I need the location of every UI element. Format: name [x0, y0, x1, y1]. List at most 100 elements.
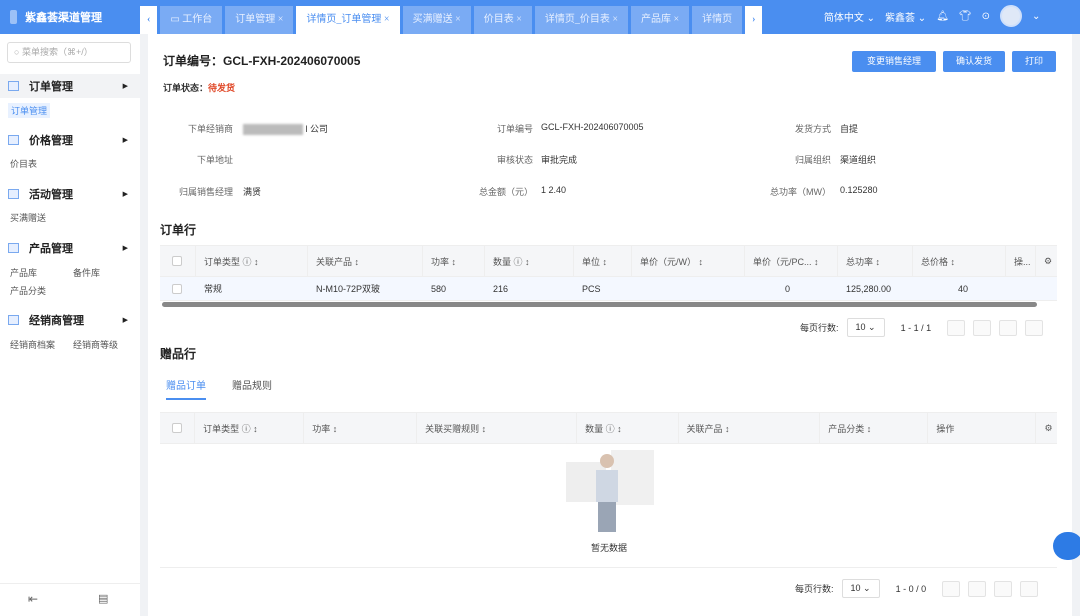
user-menu[interactable]: ⌄ [1032, 11, 1072, 22]
sidebar-group-order[interactable]: 订单管理 ▶ [0, 74, 140, 98]
column-header[interactable]: 功率 ↕ [423, 246, 485, 276]
select-all-checkbox[interactable] [172, 423, 182, 433]
field-label: 总金额（元） [478, 187, 533, 197]
horizontal-scrollbar[interactable] [162, 302, 1037, 307]
column-header[interactable]: 单位 ↕ [574, 246, 632, 276]
language-select[interactable]: 简体中文 ⌄ [824, 9, 875, 24]
tab-price-list[interactable]: 价目表 × [473, 6, 532, 34]
field-label: 总功率（MW） [770, 187, 831, 197]
empty-text: 暂无数据 [591, 543, 628, 553]
last-page-button[interactable] [1025, 319, 1044, 336]
column-header[interactable]: 数量 ⓘ ↕ [577, 413, 679, 443]
monitor-icon: ▭ [170, 14, 183, 25]
logo-icon [10, 10, 17, 24]
column-header[interactable]: 操作 [928, 413, 1037, 443]
avatar[interactable] [1000, 5, 1022, 27]
gift-pagination: 每页行数: 10 ⌄ 1 - 0 / 0 [795, 579, 1039, 598]
sidebar-item-dealer-archive[interactable]: 经销商档案 [10, 338, 55, 351]
column-header[interactable]: 订单类型 ⓘ ↕ [196, 246, 308, 276]
field-label: 审核状态 [496, 155, 533, 165]
document-icon[interactable]: ▤ [98, 592, 108, 605]
confirm-shipment-button[interactable]: 确认发货 [943, 51, 1005, 72]
tab-scroll-right-button[interactable]: › [745, 6, 763, 34]
first-page-button[interactable] [947, 319, 966, 336]
play-icon[interactable]: ⊙ [982, 11, 990, 22]
sidebar-item-order-management[interactable]: 订单管理 [8, 103, 51, 118]
column-header[interactable]: 关联买赠规则 ↕ [417, 413, 578, 443]
field-value-audit: 审批完成 [541, 155, 578, 165]
change-sales-manager-button[interactable]: 变更销售经理 [852, 51, 936, 72]
menu-search-input[interactable]: ○ 菜单搜索（⌘+/） [7, 42, 131, 63]
menu-icon [8, 315, 19, 325]
first-page-button[interactable] [942, 580, 961, 597]
field-label: 下单地址 [196, 155, 233, 165]
help-chat-button[interactable] [1053, 532, 1080, 560]
divider [0, 583, 140, 584]
prev-page-button[interactable] [973, 319, 992, 336]
sidebar-item-price-list[interactable]: 价目表 [10, 157, 37, 170]
tab-scroll-left-button[interactable]: ‹ [140, 6, 158, 34]
prev-page-button[interactable] [968, 580, 987, 597]
org-select[interactable]: 紫鑫荟 ⌄ [885, 9, 926, 24]
order-title: 订单编号：GCL-FXH-202406070005 [163, 54, 361, 68]
column-header[interactable]: 产品分类 ↕ [820, 413, 929, 443]
table-row[interactable]: 常规 N-M10-72P双玻 580 216 PCS 0 125,280.00 … [160, 277, 1057, 301]
field-value-dealer: l 公司 [243, 122, 328, 136]
shirt-icon[interactable]: 👕︎ [959, 11, 972, 22]
print-button[interactable]: 打印 [1012, 51, 1056, 72]
table-header: 订单类型 ⓘ ↕ 功率 ↕ 关联买赠规则 ↕ 数量 ⓘ ↕ 关联产品 ↕ 产品分… [160, 413, 1057, 444]
page-size-select[interactable]: 10 ⌄ [846, 318, 885, 337]
sidebar-item-spare-parts[interactable]: 备件库 [73, 266, 100, 279]
page-size-select[interactable]: 10 ⌄ [841, 579, 880, 598]
tab-order-management[interactable]: 订单管理 × [225, 6, 294, 34]
caret-right-icon: ▶ [122, 317, 128, 324]
field-value-org: 渠道组织 [840, 155, 877, 165]
column-header[interactable]: 订单类型 ⓘ ↕ [195, 413, 305, 443]
last-page-button[interactable] [1020, 580, 1039, 597]
column-header[interactable]: 单价（元/W） ↕ [632, 246, 745, 276]
sidebar-item-dealer-level[interactable]: 经销商等级 [73, 338, 118, 351]
sidebar-group-activity[interactable]: 活动管理 ▶ [0, 182, 140, 206]
order-lines-title: 订单行 [160, 223, 197, 237]
collapse-menu-icon[interactable]: ⇤ [28, 592, 38, 606]
next-page-button[interactable] [999, 319, 1018, 336]
sidebar-item-buy-gift[interactable]: 买满赠送 [10, 211, 46, 224]
settings-gear-icon[interactable]: ⚙ [1036, 413, 1057, 443]
column-header[interactable]: 功率 ↕ [304, 413, 418, 443]
field-value-delivery: 自提 [840, 124, 859, 134]
bell-icon[interactable]: 🔔︎ [936, 11, 949, 22]
menu-icon [8, 81, 19, 91]
tab-price-detail[interactable]: 详情页_价目表 × [534, 6, 628, 34]
sidebar-group-product[interactable]: 产品管理 ▶ [0, 236, 140, 260]
settings-gear-icon[interactable]: ⚙ [1036, 246, 1057, 276]
sidebar-item-product-category[interactable]: 产品分类 [10, 284, 46, 297]
select-all-checkbox[interactable] [172, 256, 182, 266]
sidebar-group-price[interactable]: 价格管理 ▶ [0, 128, 140, 152]
sidebar-item-product-library[interactable]: 产品库 [10, 266, 37, 279]
tab-gift-orders[interactable]: 赠品订单 [166, 377, 206, 400]
column-header[interactable]: 总功率 ↕ [838, 246, 913, 276]
order-lines-table: 订单类型 ⓘ ↕ 关联产品 ↕ 功率 ↕ 数量 ⓘ ↕ 单位 ↕ 单价（元/W）… [160, 245, 1057, 308]
tab-gift-rules[interactable]: 赠品规则 [232, 377, 272, 392]
caret-right-icon: ▶ [122, 191, 128, 198]
sidebar-group-dealer[interactable]: 经销商管理 ▶ [0, 308, 140, 332]
column-header[interactable]: 关联产品 ↕ [308, 246, 423, 276]
field-value-order-no: GCL-FXH-202406070005 [541, 122, 644, 132]
tab-order-detail[interactable]: 详情页_订单管理 × [296, 6, 400, 34]
column-header[interactable]: 数量 ⓘ ↕ [485, 246, 574, 276]
column-header[interactable]: 总价格 ↕ [913, 246, 1006, 276]
table-header: 订单类型 ⓘ ↕ 关联产品 ↕ 功率 ↕ 数量 ⓘ ↕ 单位 ↕ 单价（元/W）… [160, 246, 1057, 277]
tab-product-library[interactable]: 产品库 × [631, 6, 690, 34]
tab-workbench[interactable]: ▭ 工作台 [160, 6, 223, 34]
row-checkbox[interactable] [172, 283, 182, 294]
menu-icon [8, 135, 19, 145]
field-label: 下单经销商 [187, 124, 233, 134]
column-header[interactable]: 操... [1006, 246, 1036, 276]
empty-state-illustration [566, 450, 654, 534]
column-header[interactable]: 单价（元/PC... ↕ [745, 246, 838, 276]
caret-right-icon: ▶ [122, 137, 128, 144]
tab-buy-gift[interactable]: 买满赠送 × [402, 6, 471, 34]
next-page-button[interactable] [994, 580, 1013, 597]
column-header[interactable]: 关联产品 ↕ [679, 413, 821, 443]
tab-detail[interactable]: 详情页 [692, 6, 743, 34]
